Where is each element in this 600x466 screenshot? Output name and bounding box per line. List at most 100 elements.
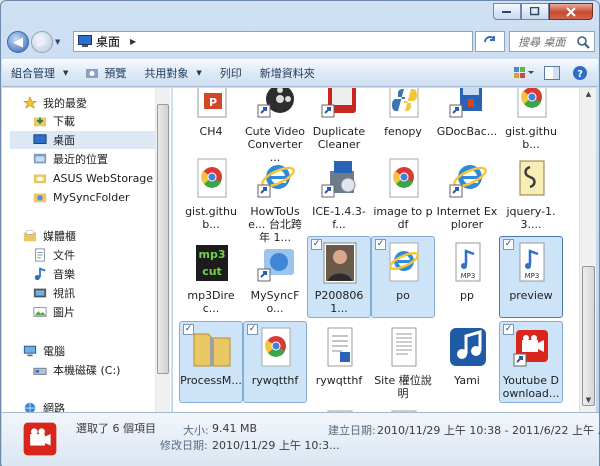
- file-item-gist-github-1[interactable]: gist.github...: [499, 88, 563, 154]
- nav-item-label: 網路: [43, 402, 65, 412]
- file-item-fenopy[interactable]: fenopy: [371, 88, 435, 154]
- share-with-button[interactable]: 共用對象 ▼: [135, 62, 210, 84]
- nav-item-label: 圖片: [53, 306, 75, 319]
- search-box[interactable]: 搜尋 桌面: [509, 31, 595, 52]
- nav-item-mysyncfolder[interactable]: MySyncFolder: [32, 188, 130, 206]
- file-item-image-to-pdf[interactable]: image to pdf: [371, 152, 435, 234]
- scroll-down-icon[interactable]: ▼: [582, 396, 595, 410]
- nav-item-asus-webstorage[interactable]: ASUS WebStorage Dr: [32, 169, 170, 187]
- view-controls: ?: [512, 63, 592, 83]
- preview-icon: [86, 69, 99, 78]
- file-item-jquery[interactable]: jquery-1.3....: [499, 152, 563, 234]
- nav-item-pictures[interactable]: 圖片: [32, 303, 75, 321]
- file-item-internet-explorer[interactable]: Internet Explorer: [435, 152, 499, 234]
- history-dropdown-icon[interactable]: ▼: [55, 38, 65, 46]
- file-item-label: mp3Direc...: [187, 289, 235, 315]
- change-view-button[interactable]: [512, 63, 536, 83]
- preview-button[interactable]: 預覽: [77, 62, 135, 84]
- address-field[interactable]: 桌面 ▶: [73, 31, 473, 52]
- close-button[interactable]: [549, 3, 593, 20]
- nav-item-desktop[interactable]: 桌面: [10, 131, 166, 149]
- nav-item-documents[interactable]: 文件: [32, 246, 75, 264]
- file-item-mysyncfolder[interactable]: MySyncFo...: [243, 236, 307, 318]
- file-item-label: fenopy: [384, 125, 422, 138]
- navigation-scrollbar-thumb[interactable]: [157, 104, 169, 374]
- search-input[interactable]: 搜尋 桌面: [518, 34, 576, 50]
- created-label: 建立日期:: [328, 424, 376, 437]
- modified-label: 修改日期:: [160, 439, 208, 452]
- file-item-pp[interactable]: MP3 pp: [435, 236, 499, 318]
- drive-icon: [33, 367, 47, 375]
- music-icon: [34, 267, 46, 281]
- file-item-cute-video-converter[interactable]: Cute Video Converter ...: [243, 88, 307, 164]
- file-item-processm[interactable]: ✓ ProcessM...: [179, 321, 243, 403]
- file-item-p2008061[interactable]: ✓ P2008061...: [307, 236, 371, 318]
- minimize-icon: [502, 10, 511, 13]
- file-item-partial-2[interactable]: [371, 404, 435, 412]
- print-button[interactable]: 列印: [211, 62, 251, 84]
- file-list-scrollbar[interactable]: ▲ ▼: [579, 88, 596, 412]
- file-item-howtouse[interactable]: HowToUse... 台北跨年 1...: [243, 152, 307, 244]
- refresh-button[interactable]: [475, 31, 505, 52]
- file-item-label: P2008061...: [314, 289, 364, 315]
- file-item-preview[interactable]: ✓ MP3 preview: [499, 236, 563, 318]
- close-icon: [566, 6, 576, 17]
- scroll-up-icon[interactable]: ▲: [582, 90, 595, 104]
- file-item-rywqtthf-1[interactable]: ✓ rywqtthf: [243, 321, 307, 403]
- nav-item-downloads[interactable]: 下載: [32, 112, 75, 130]
- share-with-label: 共用對象: [144, 67, 189, 80]
- minimize-button[interactable]: [493, 3, 521, 20]
- help-icon: ?: [573, 66, 587, 80]
- file-item-label: Youtube Download...: [502, 374, 560, 400]
- nav-item-label: 桌面: [53, 134, 75, 147]
- details-pane: 選取了 6 個項目 大小: 9.41 MB 修改日期: 2010/11/29 上…: [2, 412, 600, 466]
- nav-item-libraries[interactable]: 媒體櫃: [22, 227, 76, 245]
- file-item-label: jquery-1.3....: [506, 205, 556, 231]
- navigation-scrollbar[interactable]: [155, 88, 170, 412]
- nav-item-recent[interactable]: 最近的位置: [32, 150, 108, 168]
- file-item-ch4[interactable]: P CH4: [179, 88, 243, 154]
- file-item-partial-1[interactable]: [307, 404, 371, 412]
- pictures-icon: [33, 307, 47, 317]
- photo-icon: [323, 242, 357, 284]
- nav-item-favorites[interactable]: 我的最愛: [22, 94, 87, 112]
- forward-button[interactable]: ▶: [31, 31, 53, 53]
- file-item-rywqtthf-2[interactable]: rywqtthf: [307, 321, 371, 403]
- breadcrumb-chevron-icon[interactable]: ▶: [130, 37, 136, 46]
- organize-button[interactable]: 組合管理 ▼: [2, 62, 77, 84]
- file-item-mp3directcut[interactable]: mp3 cut mp3Direc...: [179, 236, 243, 318]
- help-button[interactable]: ?: [568, 63, 592, 83]
- file-item-gist-github-2[interactable]: gist.github...: [179, 152, 243, 234]
- file-item-po[interactable]: ✓ po: [371, 236, 435, 318]
- back-button[interactable]: ◀: [7, 31, 29, 53]
- file-item-label: gist.github...: [185, 205, 237, 231]
- file-item-duplicate-cleaner[interactable]: Duplicate Cleaner: [307, 88, 371, 154]
- download-folder-icon: [33, 117, 47, 127]
- nav-item-music[interactable]: 音樂: [32, 265, 75, 283]
- file-item-ice[interactable]: ICE-1.4.3-f...: [307, 152, 371, 234]
- nav-item-computer[interactable]: 電腦: [22, 342, 65, 360]
- file-list-scrollbar-thumb[interactable]: [582, 266, 595, 406]
- modified-value: 2010/11/29 上午 10:3...: [212, 439, 340, 452]
- recent-places-icon: [33, 153, 47, 164]
- breadcrumb-location[interactable]: 桌面: [96, 33, 120, 50]
- new-folder-button[interactable]: 新增資料夾: [251, 62, 324, 84]
- print-label: 列印: [219, 67, 242, 80]
- file-item-label: CH4: [199, 125, 223, 138]
- computer-icon: [23, 345, 37, 357]
- file-item-label: pp: [460, 289, 474, 302]
- maximize-button[interactable]: [521, 3, 549, 20]
- file-item-site-notes[interactable]: Site 權位說明: [371, 321, 435, 403]
- refresh-icon: [484, 35, 495, 42]
- nav-item-local-disk[interactable]: 本機磁碟 (C:): [32, 361, 120, 379]
- chrome-icon: [517, 88, 547, 118]
- chrome-icon: [197, 158, 227, 198]
- preview-pane-button[interactable]: [540, 63, 564, 83]
- nav-item-network[interactable]: 網路: [22, 399, 65, 412]
- file-item-youtube-downloader[interactable]: ✓ Youtube Download...: [499, 321, 563, 403]
- file-item-gdocbackup[interactable]: GDocBac...: [435, 88, 499, 154]
- file-item-yami[interactable]: Yami: [435, 321, 499, 403]
- mp3-file-icon: MP3: [519, 242, 545, 282]
- powerpoint-icon: P: [197, 88, 227, 118]
- nav-item-videos[interactable]: 視訊: [32, 284, 75, 302]
